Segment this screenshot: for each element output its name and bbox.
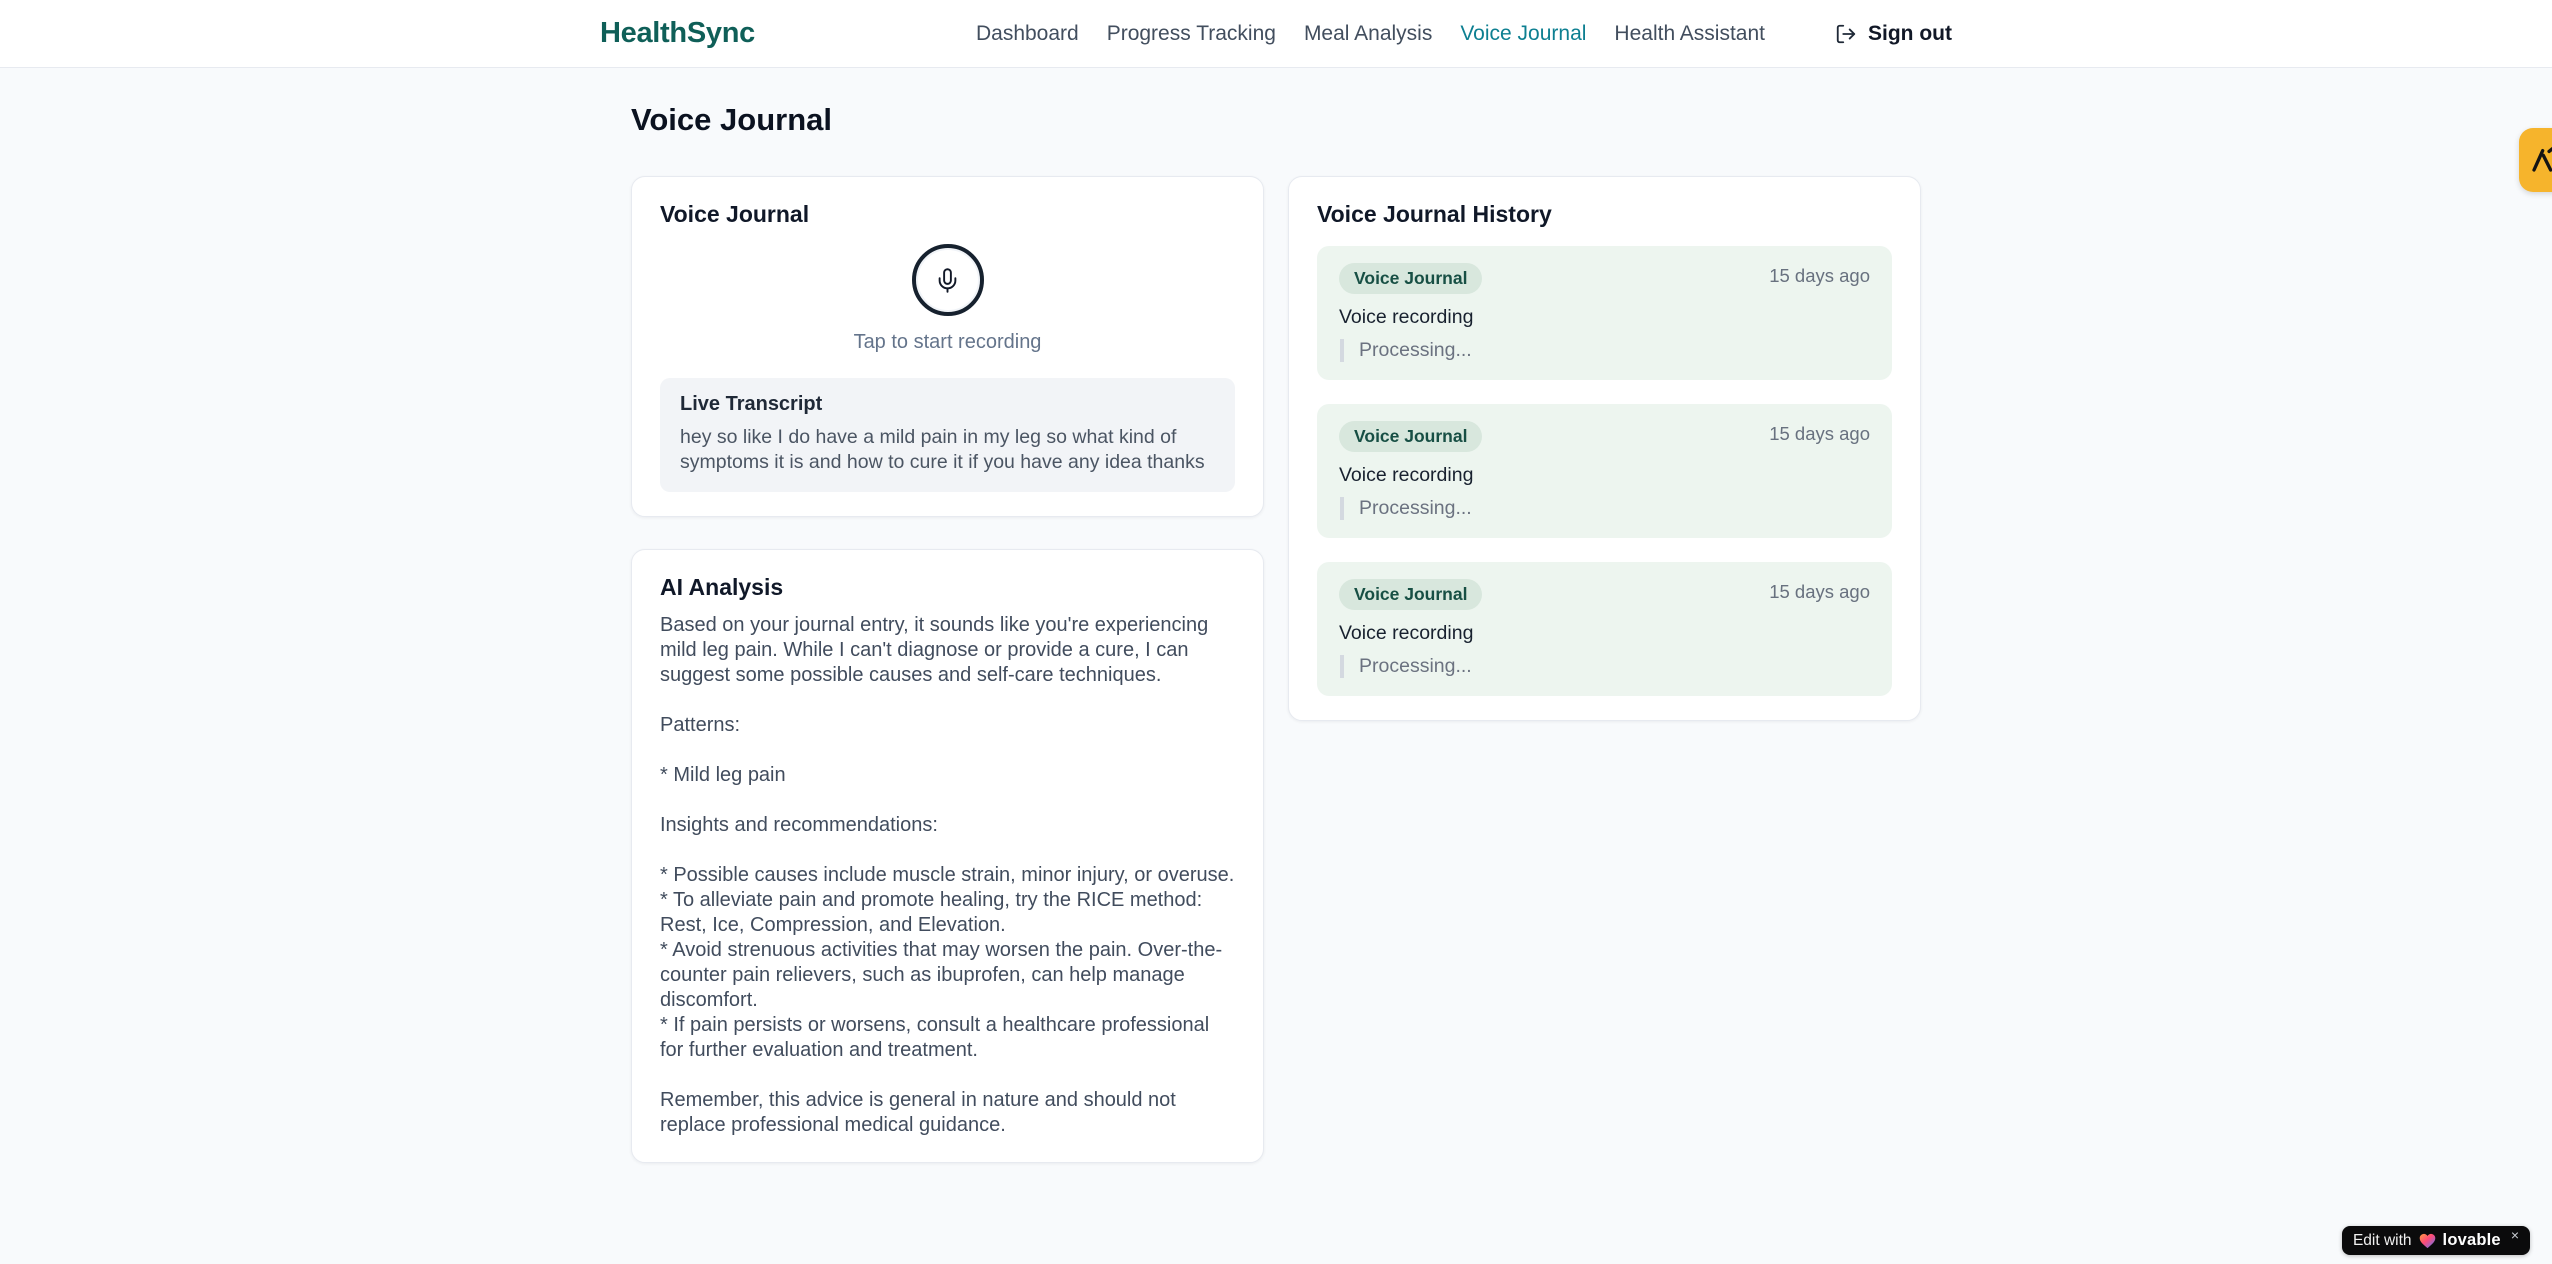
sign-out-button[interactable]: Sign out xyxy=(1835,22,1952,46)
history-item-header: Voice Journal 15 days ago xyxy=(1339,421,1870,452)
voice-journal-card-title: Voice Journal xyxy=(660,201,810,227)
history-item-header: Voice Journal 15 days ago xyxy=(1339,579,1870,610)
mic-icon xyxy=(934,267,961,294)
lovable-badge-prefix: Edit with xyxy=(2352,1231,2412,1249)
two-column-layout: Voice Journal Tap to start recording Liv… xyxy=(631,176,1921,1163)
history-item-title: Voice recording xyxy=(1339,306,1474,328)
history-item-badge: Voice Journal xyxy=(1339,263,1483,294)
voice-journal-card: Voice Journal Tap to start recording Liv… xyxy=(631,176,1264,517)
nav-item-progress-tracking[interactable]: Progress Tracking xyxy=(1107,22,1276,46)
history-item-timestamp: 15 days ago xyxy=(1769,265,1870,286)
history-item[interactable]: Voice Journal 15 days ago Voice recordin… xyxy=(1317,562,1892,696)
history-item-badge: Voice Journal xyxy=(1339,579,1483,610)
live-transcript-text: hey so like I do have a mild pain in my … xyxy=(680,426,1205,473)
browser-agent-side-tab[interactable] xyxy=(2519,128,2552,192)
tap-to-record-hint: Tap to start recording xyxy=(853,331,1042,353)
history-item-header: Voice Journal 15 days ago xyxy=(1339,263,1870,294)
history-item-timestamp: 15 days ago xyxy=(1769,581,1870,602)
main-content: Voice Journal Voice Journal Tap to start… xyxy=(631,68,1921,1163)
logout-icon xyxy=(1835,23,1857,45)
ai-analysis-text: Based on your journal entry, it sounds l… xyxy=(660,614,1235,1136)
nav-item-dashboard[interactable]: Dashboard xyxy=(976,22,1079,46)
brand-logo[interactable]: HealthSync xyxy=(600,17,755,50)
lovable-badge-brand: lovable xyxy=(2442,1231,2501,1249)
history-item-status: Processing... xyxy=(1340,339,1870,362)
history-item[interactable]: Voice Journal 15 days ago Voice recordin… xyxy=(1317,246,1892,380)
nav-item-meal-analysis[interactable]: Meal Analysis xyxy=(1304,22,1432,46)
history-card-title: Voice Journal History xyxy=(1317,201,1552,227)
voice-journal-history-card: Voice Journal History Voice Journal 15 d… xyxy=(1288,176,1921,721)
edit-with-lovable-badge[interactable]: Edit with lovable × xyxy=(2341,1226,2530,1255)
history-item-badge: Voice Journal xyxy=(1339,421,1483,452)
nav-item-voice-journal[interactable]: Voice Journal xyxy=(1460,22,1586,46)
record-button[interactable] xyxy=(911,244,984,316)
agent-logo-icon xyxy=(2528,144,2552,176)
right-column: Voice Journal History Voice Journal 15 d… xyxy=(1288,176,1921,721)
sign-out-label: Sign out xyxy=(1868,21,1952,45)
history-item[interactable]: Voice Journal 15 days ago Voice recordin… xyxy=(1317,404,1892,538)
primary-nav: Dashboard Progress Tracking Meal Analysi… xyxy=(976,22,1952,46)
history-item-timestamp: 15 days ago xyxy=(1769,423,1870,444)
nav-item-health-assistant[interactable]: Health Assistant xyxy=(1614,22,1765,46)
left-column: Voice Journal Tap to start recording Liv… xyxy=(631,176,1264,1163)
history-item-title: Voice recording xyxy=(1339,464,1474,486)
ai-analysis-card: AI Analysis Based on your journal entry,… xyxy=(631,549,1264,1163)
header-inner: HealthSync Dashboard Progress Tracking M… xyxy=(600,17,1952,50)
history-item-status: Processing... xyxy=(1340,655,1870,678)
close-icon[interactable]: × xyxy=(2511,1227,2519,1243)
live-transcript-title: Live Transcript xyxy=(680,393,823,415)
ai-analysis-card-title: AI Analysis xyxy=(660,574,784,600)
history-item-title: Voice recording xyxy=(1339,622,1474,644)
mic-area: Tap to start recording xyxy=(660,240,1235,354)
page-title: Voice Journal xyxy=(631,102,832,137)
top-nav: HealthSync Dashboard Progress Tracking M… xyxy=(0,0,2552,68)
gradient-heart-icon xyxy=(2419,1233,2436,1249)
live-transcript-box: Live Transcript hey so like I do have a … xyxy=(660,378,1235,492)
history-item-status: Processing... xyxy=(1340,497,1870,520)
